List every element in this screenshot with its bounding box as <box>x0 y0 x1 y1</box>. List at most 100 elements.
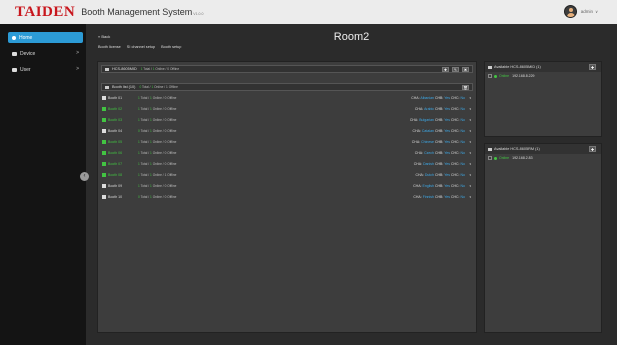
device-item[interactable]: Online 192.168.8.229 <box>485 72 601 80</box>
tab-si-channel-setup[interactable]: SI channel setup <box>127 45 155 49</box>
table-row[interactable]: Booth 05 1 Total / 1 Online / 0 Offline CH… <box>101 137 473 147</box>
chc-value: No <box>460 128 465 133</box>
booth-channels: CHA: English CHB: Yes CHC: No <box>413 183 465 188</box>
device-item[interactable]: Online 192.168.2.83 <box>485 154 601 162</box>
booth-stats: 1 Total / 1 Online / 0 Offline <box>138 150 177 155</box>
sidebar-item-user[interactable]: User > <box>8 64 83 75</box>
booth-icon <box>102 194 106 199</box>
booth-list-bar: Booth list (10) 0 Total / 1 Online / 1 O… <box>101 83 473 91</box>
chevron-down-icon[interactable]: ▾ <box>469 129 471 133</box>
device-icon <box>12 51 17 56</box>
chevron-down-icon[interactable]: ▾ <box>469 151 471 155</box>
brand-logo: TAIDEN <box>15 3 76 20</box>
chevron-down-icon[interactable]: ▾ <box>469 140 471 144</box>
tab-booth-license[interactable]: Booth license <box>98 45 121 49</box>
booth-channels: CHA: Bulgarian CHB: Yes CHC: No <box>409 117 465 122</box>
booth-stats: 1 Total / 1 Online / 0 Offline <box>138 95 177 100</box>
remove-button[interactable]: ✖ <box>462 67 469 72</box>
status-dot-icon <box>494 74 497 78</box>
table-row[interactable]: Booth 10 0 Total / 1 Online / 0 Offline CH… <box>101 192 473 202</box>
available-mid-panel: Available HCS-8605MID (1) ✚ Online 192.168… <box>484 61 602 137</box>
tab-booth-setup[interactable]: Booth setup <box>161 45 181 49</box>
cha-value: Albanian <box>420 95 434 100</box>
chc-value: No <box>460 95 465 100</box>
device-name: HCS-8605MID <box>112 67 137 71</box>
booth-icon <box>102 161 106 166</box>
booth-stats: 0 Total / 1 Online / 0 Offline <box>138 194 177 199</box>
booth-icon <box>102 106 106 111</box>
booth-channels: CHA: Arabic CHB: Yes CHC: No <box>414 106 465 111</box>
delete-button[interactable]: 🗑 <box>462 85 469 90</box>
booth-stats: 1 Total / 1 Online / 0 Offline <box>138 117 177 122</box>
user-menu[interactable]: admin ∨ <box>563 5 598 18</box>
booth-name: Booth 07 <box>108 161 123 166</box>
edit-button[interactable]: ✎ <box>452 67 459 72</box>
chevron-down-icon[interactable]: ▾ <box>469 184 471 188</box>
add-button[interactable]: ✚ <box>442 67 449 72</box>
booth-icon <box>102 128 106 133</box>
avatar[interactable] <box>563 5 577 18</box>
main-content: « Back Room2 Booth license SI channel se… <box>86 24 617 345</box>
table-row[interactable]: Booth 06 1 Total / 1 Online / 0 Offline CH… <box>101 148 473 158</box>
chevron-down-icon[interactable]: ▾ <box>469 173 471 177</box>
booth-icon <box>102 172 106 177</box>
sidebar-item-label: Home <box>19 34 33 41</box>
cha-value: Danish <box>423 161 434 166</box>
collapse-sidebar-button[interactable]: ‹ <box>80 172 89 181</box>
table-row[interactable]: Booth 02 1 Total / 1 Online / 0 Offline CH… <box>101 104 473 114</box>
booth-name: Booth 04 <box>108 128 123 133</box>
device-icon <box>488 147 492 151</box>
chc-value: No <box>460 150 465 155</box>
booth-stats: 1 Total / 1 Online / 0 Offline <box>138 106 177 111</box>
chevron-down-icon[interactable]: ▾ <box>469 162 471 166</box>
top-bar: TAIDEN Booth Management SystemV1.0.0 adm… <box>0 0 617 24</box>
booth-stats: 1 Total / 1 Online / 0 Offline <box>138 183 177 188</box>
panel-header: Available HCS-8605MID (1) ✚ <box>485 62 601 72</box>
chc-value: No <box>460 139 465 144</box>
device-checkbox[interactable] <box>488 74 492 78</box>
table-row[interactable]: Booth 03 1 Total / 1 Online / 0 Offline CH… <box>101 115 473 125</box>
username[interactable]: admin <box>581 9 593 14</box>
booth-name: Booth 05 <box>108 139 123 144</box>
booth-channels: CHA: Albanian CHB: Yes CHC: No <box>411 95 465 100</box>
chb-value: Yes <box>444 106 450 111</box>
sidebar-item-device[interactable]: Device > <box>8 48 83 59</box>
device-bar: HCS-8605MID 1 Total / 1 Online / 0 Offli… <box>101 65 473 73</box>
chc-value: No <box>460 194 465 199</box>
chevron-down-icon[interactable]: ▾ <box>469 118 471 122</box>
device-checkbox[interactable] <box>488 156 492 160</box>
sidebar-item-home[interactable]: Home <box>8 32 83 43</box>
chb-value: Yes <box>444 139 450 144</box>
device-ip: 192.168.8.229 <box>512 74 535 78</box>
booth-card: HCS-8605MID 1 Total / 1 Online / 0 Offli… <box>97 61 477 333</box>
booth-channels: CHA: Czech CHB: Yes CHC: No <box>414 150 465 155</box>
add-button[interactable]: ✚ <box>589 146 596 152</box>
chc-value: No <box>460 161 465 166</box>
sidebar: Home Device > User > <box>0 24 86 345</box>
chb-value: Yes <box>444 194 450 199</box>
cha-value: Czech <box>424 150 434 155</box>
chevron-down-icon[interactable]: ▾ <box>469 96 471 100</box>
chb-value: Yes <box>444 183 450 188</box>
cha-value: Finnish <box>422 194 434 199</box>
table-row[interactable]: Booth 07 1 Total / 1 Online / 0 Offline CH… <box>101 159 473 169</box>
home-icon <box>12 35 16 40</box>
app-title: Booth Management SystemV1.0.0 <box>81 7 203 17</box>
table-row[interactable]: Booth 09 1 Total / 1 Online / 0 Offline CH… <box>101 181 473 191</box>
chevron-down-icon[interactable]: ∨ <box>595 9 598 14</box>
sidebar-item-label: Device <box>20 50 36 57</box>
app-title-text: Booth Management System <box>81 7 193 17</box>
chevron-down-icon[interactable]: ▾ <box>469 195 471 199</box>
table-row[interactable]: Booth 01 1 Total / 1 Online / 0 Offline CH… <box>101 93 473 103</box>
table-row[interactable]: Booth 08 1 Total / 1 Online / 1 Offline CH… <box>101 170 473 180</box>
booth-list-title: Booth list (10) <box>112 85 136 89</box>
booth-channels: CHA: Finnish CHB: Yes CHC: No <box>413 194 465 199</box>
chevron-down-icon[interactable]: ▾ <box>469 107 471 111</box>
add-button[interactable]: ✚ <box>589 64 596 70</box>
booth-icon <box>102 139 106 144</box>
booth-channels: CHA: Chinese CHB: Yes CHC: No <box>411 139 465 144</box>
chb-value: Yes <box>444 117 450 122</box>
booth-channels: CHA: Catalan CHB: Yes CHC: No <box>412 128 465 133</box>
table-row[interactable]: Booth 04 0 Total / 1 Online / 0 Offline CH… <box>101 126 473 136</box>
panel-header: Available HCS-8605RM (1) ✚ <box>485 144 601 154</box>
